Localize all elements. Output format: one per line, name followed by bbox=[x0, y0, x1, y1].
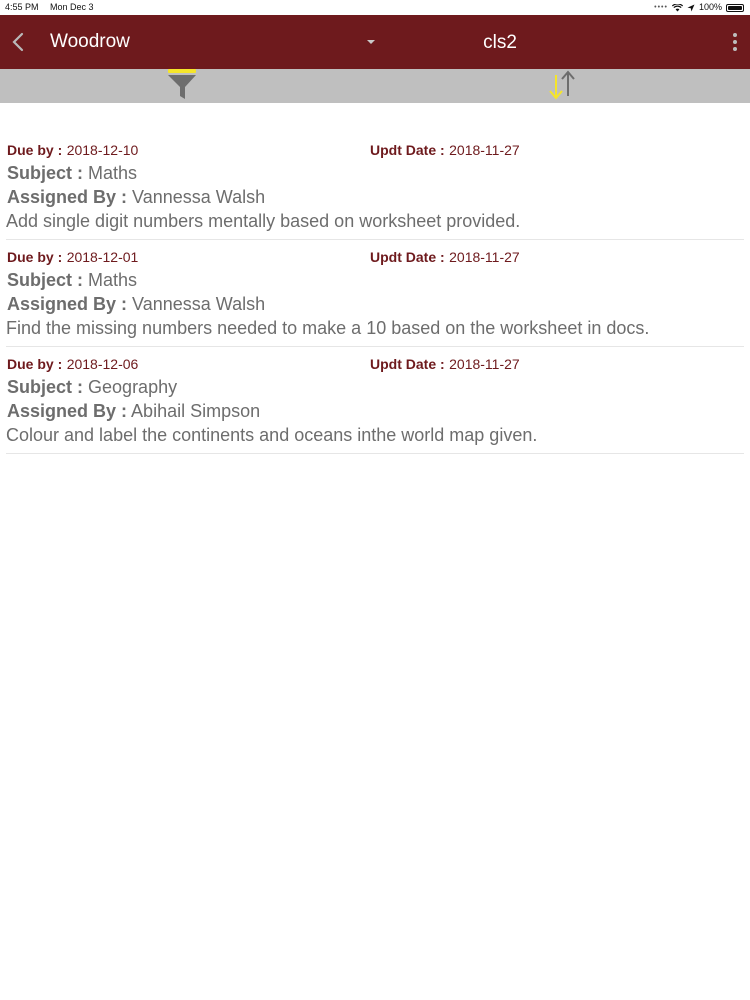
more-dot bbox=[733, 33, 737, 37]
assigned-by-value: Vannessa Walsh bbox=[132, 294, 266, 314]
battery-percent: 100% bbox=[698, 2, 722, 12]
due-date: Due by : 2018-12-06 bbox=[7, 356, 138, 374]
subject-line: Subject : Maths bbox=[7, 270, 137, 291]
due-value: 2018-12-06 bbox=[66, 356, 139, 372]
assignment-list: Due by : 2018-12-10 Updt Date : 2018-11-… bbox=[0, 133, 750, 454]
filter-icon bbox=[168, 69, 196, 99]
app-header: Woodrow cls2 bbox=[0, 15, 750, 69]
status-time: 4:55 PM bbox=[5, 2, 39, 12]
sort-button[interactable] bbox=[544, 69, 580, 103]
subject-label: Subject : bbox=[7, 163, 84, 183]
update-date: Updt Date : 2018-11-27 bbox=[370, 356, 520, 374]
filter-button[interactable] bbox=[165, 69, 199, 103]
assigned-by-line: Assigned By : Vannessa Walsh bbox=[7, 187, 265, 208]
more-dot bbox=[733, 47, 737, 51]
updt-value: 2018-11-27 bbox=[449, 249, 520, 265]
due-label: Due by : bbox=[7, 249, 63, 265]
update-date: Updt Date : 2018-11-27 bbox=[370, 142, 520, 160]
caret-down-icon bbox=[367, 40, 375, 44]
assignment-description: Add single digit numbers mentally based … bbox=[6, 211, 521, 231]
class-name[interactable]: cls2 bbox=[460, 32, 540, 54]
more-button[interactable] bbox=[724, 25, 746, 59]
subject-value: Maths bbox=[88, 163, 138, 183]
subject-label: Subject : bbox=[7, 377, 84, 397]
sort-icon bbox=[549, 70, 575, 100]
subject-label: Subject : bbox=[7, 270, 84, 290]
status-right: •••• 100% bbox=[654, 0, 744, 15]
location-icon bbox=[687, 4, 695, 11]
update-date: Updt Date : 2018-11-27 bbox=[370, 249, 520, 267]
assigned-by-value: Vannessa Walsh bbox=[132, 187, 266, 207]
assigned-by-label: Assigned By : bbox=[7, 401, 128, 421]
assigned-by-value: Abihail Simpson bbox=[131, 401, 261, 421]
student-dropdown[interactable]: Woodrow bbox=[40, 25, 380, 59]
status-bar: 4:55 PM Mon Dec 3 •••• 100% bbox=[0, 0, 750, 15]
due-label: Due by : bbox=[7, 356, 63, 372]
signal-dots-icon: •••• bbox=[654, 4, 668, 11]
back-button[interactable] bbox=[4, 25, 32, 59]
student-name: Woodrow bbox=[50, 31, 130, 52]
due-label: Due by : bbox=[7, 142, 63, 158]
assigned-by-line: Assigned By : Vannessa Walsh bbox=[7, 294, 265, 315]
list-item[interactable]: Due by : 2018-12-01 Updt Date : 2018-11-… bbox=[6, 240, 744, 347]
subject-line: Subject : Geography bbox=[7, 377, 177, 398]
subject-value: Geography bbox=[88, 377, 178, 397]
due-value: 2018-12-10 bbox=[66, 142, 139, 158]
updt-label: Updt Date : bbox=[370, 249, 445, 265]
assigned-by-label: Assigned By : bbox=[7, 187, 128, 207]
updt-value: 2018-11-27 bbox=[449, 356, 520, 372]
assignment-description: Find the missing numbers needed to make … bbox=[6, 318, 650, 338]
list-item[interactable]: Due by : 2018-12-06 Updt Date : 2018-11-… bbox=[6, 347, 744, 454]
due-date: Due by : 2018-12-01 bbox=[7, 249, 138, 267]
list-item[interactable]: Due by : 2018-12-10 Updt Date : 2018-11-… bbox=[6, 133, 744, 240]
wifi-icon bbox=[671, 3, 683, 11]
subject-line: Subject : Maths bbox=[7, 163, 137, 184]
chevron-left-icon bbox=[12, 32, 24, 52]
updt-value: 2018-11-27 bbox=[449, 142, 520, 158]
battery-icon bbox=[726, 3, 744, 12]
status-left: 4:55 PM Mon Dec 3 bbox=[5, 0, 103, 15]
status-date: Mon Dec 3 bbox=[50, 2, 94, 12]
updt-label: Updt Date : bbox=[370, 142, 445, 158]
toolbar bbox=[0, 69, 750, 103]
subject-value: Maths bbox=[88, 270, 138, 290]
assignment-description: Colour and label the continents and ocea… bbox=[6, 425, 538, 445]
due-value: 2018-12-01 bbox=[66, 249, 139, 265]
updt-label: Updt Date : bbox=[370, 356, 445, 372]
assigned-by-line: Assigned By : Abihail Simpson bbox=[7, 401, 260, 422]
due-date: Due by : 2018-12-10 bbox=[7, 142, 138, 160]
more-dot bbox=[733, 40, 737, 44]
assigned-by-label: Assigned By : bbox=[7, 294, 128, 314]
